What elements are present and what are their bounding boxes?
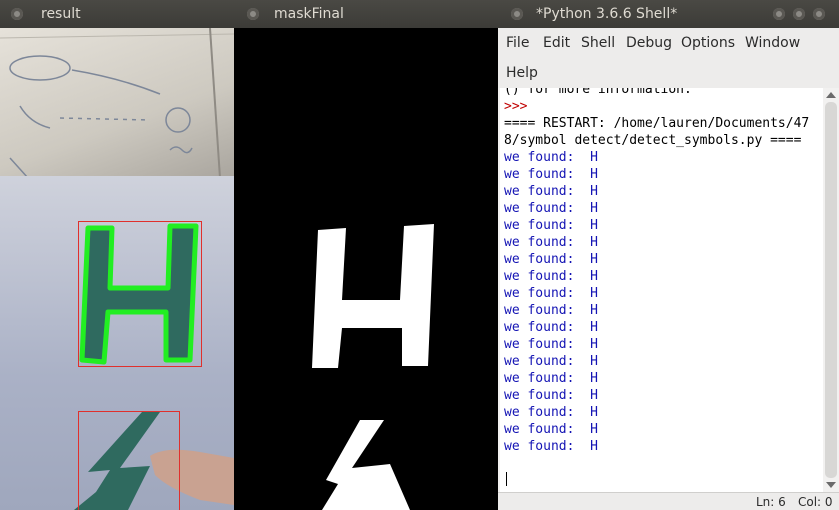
shell-line: we found: H [504, 371, 598, 386]
shell-line: () for more information. [504, 88, 692, 97]
window-title: *Python 3.6.6 Shell* [536, 6, 678, 22]
menu-edit[interactable]: Edit [543, 35, 570, 51]
python-shell-window: *Python 3.6.6 Shell* File Edit Shell Deb… [498, 0, 839, 510]
shell-line: we found: H [504, 235, 598, 250]
shell-line: we found: H [504, 150, 598, 165]
mask-image [234, 28, 498, 510]
shell-output[interactable]: () for more information. >>> ==== RESTART:… [500, 88, 823, 492]
shell-line: we found: H [504, 167, 598, 182]
menu-bar: File Edit Shell Debug Options Window Hel… [498, 28, 839, 88]
result-window: result [0, 0, 234, 510]
text-cursor [506, 472, 507, 486]
scroll-thumb[interactable] [825, 102, 837, 478]
shell-line: we found: H [504, 269, 598, 284]
detection-box [78, 221, 202, 367]
close-icon[interactable] [247, 8, 259, 20]
window-close-icon[interactable] [813, 8, 825, 20]
shell-line: we found: H [504, 388, 598, 403]
shell-line: we found: H [504, 422, 598, 437]
menu-window[interactable]: Window [745, 35, 800, 51]
shell-line: we found: H [504, 439, 598, 454]
shell-line: we found: H [504, 303, 598, 318]
menu-debug[interactable]: Debug [626, 35, 672, 51]
detection-box [78, 411, 180, 510]
shell-line: we found: H [504, 337, 598, 352]
shell-line: we found: H [504, 201, 598, 216]
shell-line: we found: H [504, 218, 598, 233]
mask-h-shape [312, 224, 434, 368]
shell-line: ==== RESTART: /home/lauren/Documents/47 [504, 116, 810, 131]
menu-help[interactable]: Help [506, 65, 538, 81]
menu-shell[interactable]: Shell [581, 35, 615, 51]
shell-line: we found: H [504, 286, 598, 301]
menu-file[interactable]: File [506, 35, 529, 51]
shell-titlebar: *Python 3.6.6 Shell* [498, 0, 839, 28]
shell-line: we found: H [504, 354, 598, 369]
window-title: maskFinal [274, 6, 344, 22]
shell-prompt: >>> [504, 99, 528, 114]
close-icon[interactable] [511, 8, 523, 20]
minimize-icon[interactable] [773, 8, 785, 20]
status-bar: Ln: 6 Col: 0 [498, 492, 839, 510]
mask-titlebar: maskFinal [234, 0, 498, 28]
column-indicator: Col: 0 [798, 495, 833, 509]
line-indicator: Ln: 6 [756, 495, 786, 509]
shell-line: we found: H [504, 405, 598, 420]
shell-line: we found: H [504, 184, 598, 199]
menu-options[interactable]: Options [681, 35, 735, 51]
vertical-scrollbar[interactable] [823, 88, 839, 492]
shell-line: we found: H [504, 252, 598, 267]
scroll-down-arrow-icon[interactable] [826, 482, 836, 488]
shell-line: 8/symbol detect/detect_symbols.py ==== [504, 133, 802, 148]
shell-line: we found: H [504, 320, 598, 335]
maximize-icon[interactable] [793, 8, 805, 20]
mask-window: maskFinal [234, 0, 498, 510]
scroll-up-arrow-icon[interactable] [826, 92, 836, 98]
mask-lightning-shape [322, 420, 410, 510]
